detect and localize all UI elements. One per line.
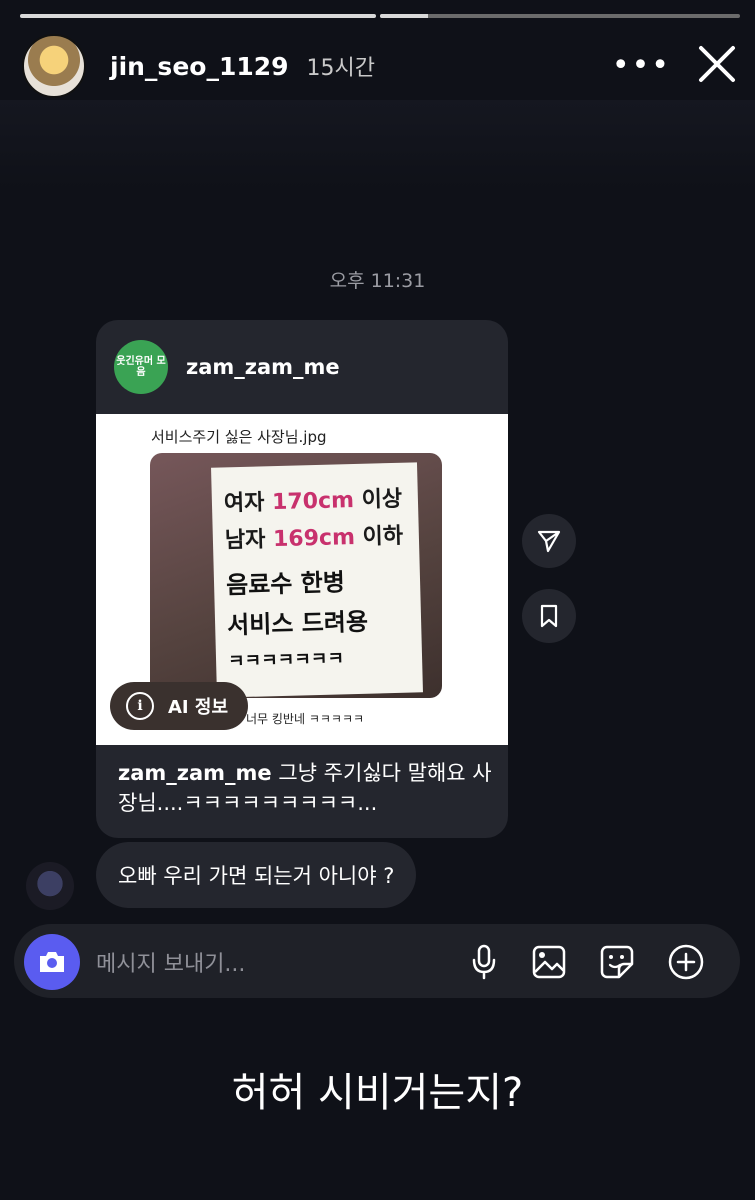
more-horizontal-icon[interactable]: ••• [612,48,671,83]
post-title: 서비스주기 싫은 사장님.jpg [151,428,327,446]
shared-post-caption: zam_zam_me 그냥 주기싫다 말해요 사장님....ㅋㅋㅋㅋㅋㅋㅋㅋㅋ.… [118,758,492,818]
sign-line-1: 여자 170cm 이상 [223,486,403,517]
story-header: jin_seo_1129 15시간 ••• [22,34,739,98]
shared-post-image[interactable]: 서비스주기 싫은 사장님.jpg 여자 170cm 이상 남자 169cm 이하… [96,414,508,745]
plus-circle-icon[interactable] [666,942,706,982]
reply-avatar[interactable] [26,862,74,910]
message-input[interactable]: 메시지 보내기... [96,946,245,978]
avatar[interactable] [22,34,86,98]
story-username[interactable]: jin_seo_1129 [110,52,289,81]
message-composer: 메시지 보내기... [14,924,740,998]
info-icon: i [126,692,154,720]
camera-icon [40,952,64,972]
sign-line-4: 서비스 드려용 [226,607,369,640]
story-time-ago: 15시간 [306,56,376,81]
sign-line-3: 음료수 한병 [225,568,346,600]
shared-post-avatar: 웃긴유머 모음 [114,340,168,394]
sign-photo: 여자 170cm 이상 남자 169cm 이하 음료수 한병 서비스 드려용 ㅋ… [150,453,442,698]
story-progress-2 [380,14,740,18]
post-small-caption: 너무 킹반네 ㅋㅋㅋㅋㅋ [246,712,365,726]
ai-info-button[interactable]: i AI 정보 [110,682,249,730]
story-caption: 허허 시비거는지? [231,1070,524,1116]
ai-info-label: AI 정보 [168,697,229,718]
image-icon[interactable] [529,942,569,982]
background-shade [0,100,755,190]
shared-post-username[interactable]: zam_zam_me [186,355,340,379]
close-icon[interactable] [695,42,739,86]
sticker-icon[interactable] [597,942,637,982]
send-icon[interactable] [522,514,576,568]
story-progress-1 [20,14,376,18]
reply-message-bubble: 오빠 우리 가면 되는거 아니야 ? [96,842,417,908]
camera-button[interactable] [24,934,80,990]
sign-line-2: 남자 169cm 이하 [224,523,404,554]
bookmark-icon[interactable] [522,589,576,643]
shared-post-card[interactable]: 웃긴유머 모음 zam_zam_me 서비스주기 싫은 사장님.jpg 여자 1… [96,320,508,838]
caption-username: zam_zam_me [118,761,272,785]
message-timestamp: 오후 11:31 [329,270,426,292]
shared-post-header[interactable]: 웃긴유머 모음 zam_zam_me [96,320,508,414]
microphone-icon[interactable] [464,942,504,982]
sign-line-5: ㅋㅋㅋㅋㅋㅋㅋ [227,648,345,673]
sign: 여자 170cm 이상 남자 169cm 이하 음료수 한병 서비스 드려용 ㅋ… [211,462,423,698]
